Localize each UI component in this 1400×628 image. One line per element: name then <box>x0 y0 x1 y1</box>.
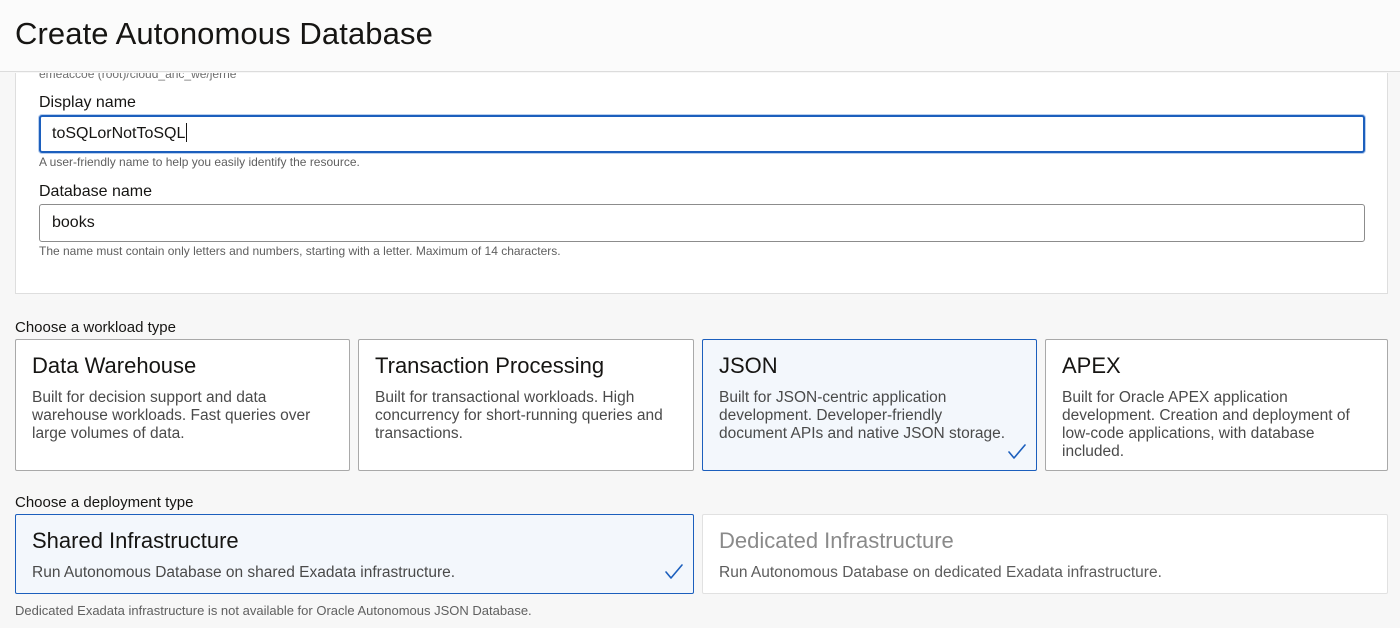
workload-option-description: Built for Oracle APEX application develo… <box>1062 389 1350 460</box>
checkmark-icon <box>1008 444 1026 459</box>
database-name-hint: The name must contain only letters and n… <box>39 244 561 258</box>
workload-option-title: APEX <box>1062 353 1121 378</box>
workload-option-transaction-processing[interactable]: Transaction Processing Built for transac… <box>358 339 694 471</box>
deployment-type-label: Choose a deployment type <box>15 494 194 511</box>
database-name-value: books <box>52 214 95 231</box>
text-cursor <box>186 123 188 142</box>
workload-option-description: Built for transactional workloads. High … <box>375 389 663 442</box>
deployment-option-description: Run Autonomous Database on shared Exadat… <box>32 564 456 581</box>
deployment-option-title: Dedicated Infrastructure <box>719 528 954 553</box>
workload-option-json[interactable]: JSON Built for JSON-centric application … <box>702 339 1037 471</box>
page-title: Create Autonomous Database <box>15 16 433 51</box>
workload-option-data-warehouse[interactable]: Data Warehouse Built for decision suppor… <box>15 339 350 471</box>
database-name-label: Database name <box>39 183 152 200</box>
deployment-option-description: Run Autonomous Database on dedicated Exa… <box>719 564 1162 581</box>
deployment-option-title: Shared Infrastructure <box>32 528 239 553</box>
display-name-input[interactable]: toSQLorNotToSQL <box>39 115 1365 153</box>
page-header: Create Autonomous Database <box>0 0 1400 72</box>
database-name-input[interactable]: books <box>39 204 1365 242</box>
deployment-option-dedicated[interactable]: Dedicated Infrastructure Run Autonomous … <box>702 514 1388 594</box>
workload-option-title: Transaction Processing <box>375 353 605 378</box>
deployment-note: Dedicated Exadata infrastructure is not … <box>15 603 532 618</box>
basic-info-panel: emeaccoe (root)/cloud_anc_we/jerne Displ… <box>15 73 1388 294</box>
workload-option-title: JSON <box>719 353 778 378</box>
workload-option-title: Data Warehouse <box>32 353 197 378</box>
deployment-option-shared[interactable]: Shared Infrastructure Run Autonomous Dat… <box>15 514 694 594</box>
compartment-path: emeaccoe (root)/cloud_anc_we/jerne <box>39 73 237 81</box>
display-name-value: toSQLorNotToSQL <box>52 125 186 142</box>
display-name-hint: A user-friendly name to help you easily … <box>39 155 360 169</box>
workload-type-label: Choose a workload type <box>15 319 176 336</box>
workload-option-description: Built for JSON-centric application devel… <box>719 389 1006 442</box>
display-name-label: Display name <box>39 94 136 111</box>
workload-option-apex[interactable]: APEX Built for Oracle APEX application d… <box>1045 339 1388 471</box>
checkmark-icon <box>665 564 683 579</box>
workload-option-description: Built for decision support and data ware… <box>32 389 311 442</box>
